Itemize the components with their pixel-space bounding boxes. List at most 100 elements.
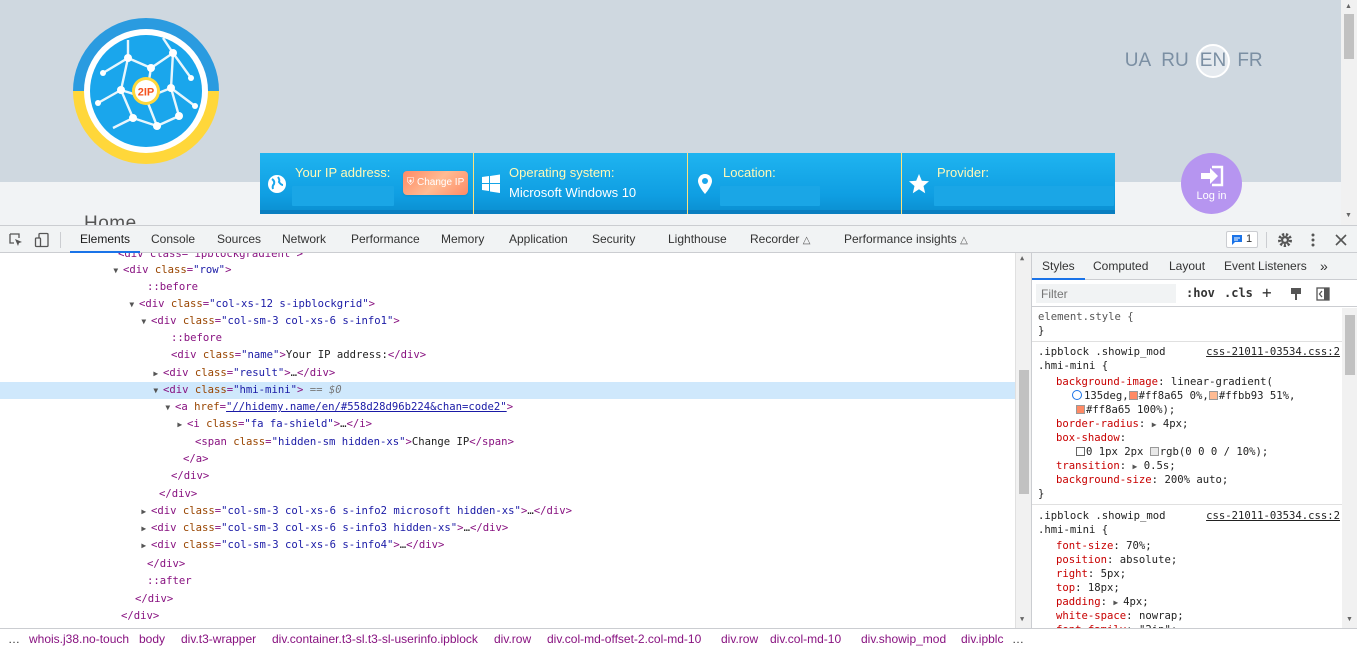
breadcrumb-item[interactable]: div.t3-wrapper (181, 629, 256, 650)
scroll-down-icon[interactable]: ▼ (1346, 616, 1353, 623)
css-property-top[interactable]: top: 18px; (1056, 581, 1120, 595)
dom-node-row[interactable]: ▼ <a href="//hidemy.name/en/#558d28d96b2… (0, 399, 1015, 416)
tab-security[interactable]: Security (592, 226, 635, 253)
breadcrumb-scroll-left-icon[interactable]: … (8, 629, 20, 650)
tab-sources[interactable]: Sources (217, 226, 261, 253)
rule1-source-link[interactable]: css-21011-03534.css:2 (1206, 345, 1340, 359)
dom-node-row-selected[interactable]: ▼ <div class="hmi-mini"> == $0 (0, 382, 1015, 399)
dom-node-row[interactable]: </div> (0, 608, 1015, 625)
dom-node-row[interactable]: ▶ <i class="fa fa-shield">…</i> (0, 416, 1015, 433)
element-style-selector[interactable]: element.style { (1038, 310, 1134, 324)
css-property-padding[interactable]: padding: ▶ 4px; (1056, 595, 1149, 609)
breadcrumb-item[interactable]: div.container.t3-sl.t3-sl-userinfo.ipblo… (272, 629, 478, 650)
tab-recorder[interactable]: Recorder △ (750, 226, 810, 253)
breadcrumb-item[interactable]: whois.j38.no-touch (29, 629, 129, 650)
rule1-gradient-line2[interactable]: 135deg, #ff8a65 0%, #ffbb93 51%, (1072, 389, 1295, 403)
elements-scrollbar[interactable]: ▲ ▼ (1015, 253, 1031, 628)
collapse-arrow-icon[interactable]: ▼ (129, 300, 139, 309)
dom-node-row[interactable]: </div> (0, 591, 1015, 608)
more-icon[interactable] (1305, 232, 1321, 248)
expand-arrow-icon[interactable]: ▶ (153, 369, 163, 378)
rule1-gradient-line3[interactable]: #ff8a65 100%); (1076, 403, 1175, 417)
rule1-box-shadow[interactable]: box-shadow: (1056, 431, 1126, 445)
rule2-source-link[interactable]: css-21011-03534.css:2 (1206, 509, 1340, 523)
scroll-up-icon[interactable]: ▲ (1345, 3, 1352, 10)
more-tabs-icon[interactable]: » (1320, 253, 1328, 280)
breadcrumb-item[interactable]: div.col-md-offset-2.col-md-10 (547, 629, 701, 650)
elements-scroll-thumb[interactable] (1019, 370, 1029, 494)
nav-home-link[interactable]: Home (84, 213, 137, 225)
angle-clock-icon[interactable] (1072, 390, 1082, 400)
issues-button[interactable]: 1 (1226, 231, 1258, 248)
login-button[interactable]: Log in (1181, 153, 1242, 214)
close-icon[interactable] (1333, 232, 1349, 248)
inspect-icon[interactable] (8, 232, 24, 248)
breadcrumb-item[interactable]: div.col-md-10 (770, 629, 841, 650)
settings-icon[interactable] (1277, 232, 1293, 248)
expand-arrow-icon[interactable]: ▶ (141, 524, 151, 533)
new-rule-icon[interactable]: + (1262, 283, 1272, 302)
tab-console[interactable]: Console (151, 226, 195, 253)
breadcrumb-item[interactable]: div.row (494, 629, 531, 650)
rule1-transition[interactable]: transition: ▶ 0.5s; (1056, 459, 1176, 473)
scroll-down-icon[interactable]: ▼ (1345, 212, 1352, 219)
lang-fr[interactable]: FR (1235, 49, 1265, 73)
tab-event-listeners[interactable]: Event Listeners (1224, 253, 1307, 280)
tab-performance[interactable]: Performance (351, 226, 420, 253)
tab-layout[interactable]: Layout (1169, 253, 1205, 280)
expand-arrow-icon[interactable]: ▶ (1152, 420, 1157, 429)
expand-arrow-icon[interactable]: ▶ (1133, 462, 1138, 471)
collapse-arrow-icon[interactable]: ▼ (153, 386, 163, 395)
dom-node-row[interactable]: ▶ <div class="result">…</div> (0, 365, 1015, 382)
rule1-box-shadow-value[interactable]: 0 1px 2px rgb(0 0 0 / 10%); (1076, 445, 1268, 459)
color-swatch[interactable] (1208, 391, 1218, 400)
dom-node-row[interactable]: ::after (0, 573, 1015, 590)
dom-node-row[interactable]: ▶ <div class="col-sm-3 col-xs-6 s-info3 … (0, 520, 1015, 537)
lang-en[interactable]: EN (1196, 44, 1230, 78)
dom-node-row[interactable]: ▶ <div class="col-sm-3 col-xs-6 s-info4"… (0, 537, 1015, 554)
expand-arrow-icon[interactable]: ▶ (141, 507, 151, 516)
breadcrumb-more-icon[interactable]: … (1012, 629, 1024, 650)
lang-ua[interactable]: UA (1123, 49, 1153, 73)
shadow-editor-icon[interactable] (1076, 447, 1085, 456)
css-property-right[interactable]: right: 5px; (1056, 567, 1126, 581)
expand-arrow-icon[interactable]: ▶ (1113, 598, 1123, 607)
dom-node-row[interactable]: ::before (0, 330, 1015, 347)
change-ip-button[interactable]: ⛨ Change IP (403, 171, 468, 195)
breadcrumb-item[interactable]: div.row (721, 629, 758, 650)
color-swatch[interactable] (1128, 391, 1138, 400)
dom-node-row[interactable]: <span class="hidden-sm hidden-xs">Change… (0, 434, 1015, 451)
dom-node-row[interactable]: ▼ <div class="col-sm-3 col-xs-6 s-info1"… (0, 313, 1015, 330)
dom-node-row[interactable]: </div> (0, 468, 1015, 485)
dom-node-row[interactable]: ▶ <div class="col-sm-3 col-xs-6 s-info2 … (0, 503, 1015, 520)
scroll-up-icon[interactable]: ▲ (1020, 254, 1024, 262)
expand-arrow-icon[interactable]: ▶ (141, 541, 151, 550)
dom-node-row[interactable]: </div> (0, 556, 1015, 573)
rule1-background-size[interactable]: background-size: 200% auto; (1056, 473, 1228, 487)
color-swatch[interactable] (1076, 405, 1085, 414)
styles-filter-input[interactable] (1036, 284, 1176, 303)
toggle-sidebar-icon[interactable] (1316, 287, 1330, 301)
styles-scroll-thumb[interactable] (1345, 315, 1355, 375)
styles-scrollbar[interactable]: ▼ (1342, 308, 1357, 628)
tab-application[interactable]: Application (509, 226, 568, 253)
collapse-arrow-icon[interactable]: ▼ (113, 266, 123, 275)
collapse-arrow-icon[interactable]: ▼ (165, 403, 175, 412)
color-swatch[interactable] (1149, 447, 1159, 456)
dom-node-row[interactable]: </div> (0, 486, 1015, 503)
tab-memory[interactable]: Memory (441, 226, 484, 253)
site-scrollbar[interactable]: ▲ ▼ (1341, 0, 1357, 225)
rule1-selector[interactable]: .ipblock .showip_mod (1038, 345, 1166, 359)
tab-performance-insights[interactable]: Performance insights △ (844, 226, 968, 253)
lang-ru[interactable]: RU (1160, 49, 1190, 73)
dom-node-row[interactable]: ::before (0, 279, 1015, 296)
dom-node-row[interactable]: ▼ <div class="row"> (0, 262, 1015, 279)
expand-arrow-icon[interactable]: ▶ (177, 420, 187, 429)
breadcrumb-item[interactable]: div.ipblc (961, 629, 1003, 650)
hov-button[interactable]: :hov (1186, 286, 1215, 300)
logo-globe-icon[interactable]: 2IP (73, 18, 219, 164)
tab-computed[interactable]: Computed (1093, 253, 1148, 280)
tab-elements[interactable]: Elements (70, 226, 141, 253)
css-property-white-space[interactable]: white-space: nowrap; (1056, 609, 1184, 623)
css-property-position[interactable]: position: absolute; (1056, 553, 1177, 567)
